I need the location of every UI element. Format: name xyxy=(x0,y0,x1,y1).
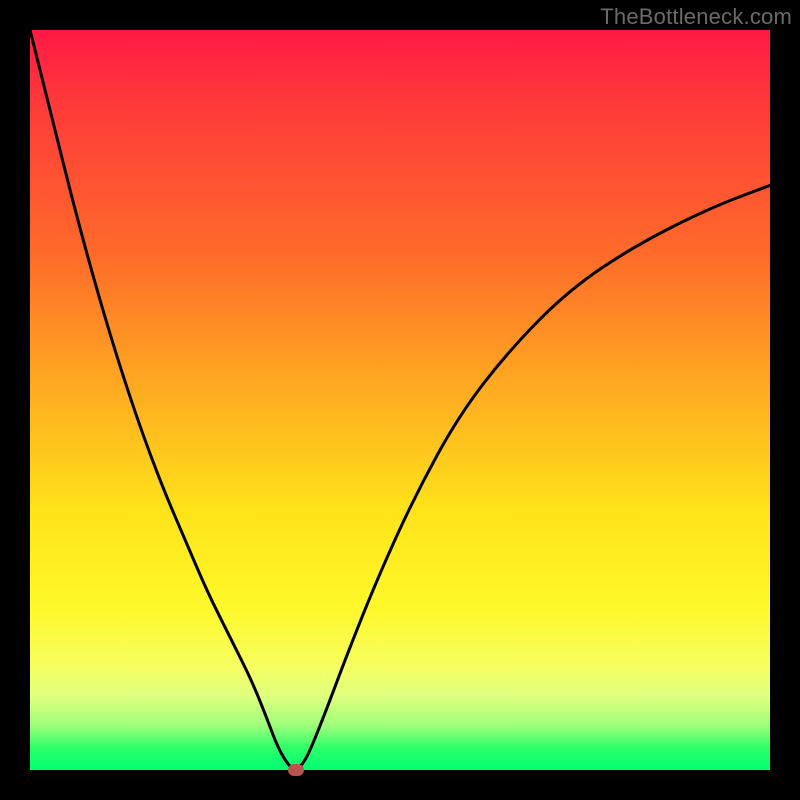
chart-frame: TheBottleneck.com xyxy=(0,0,800,800)
plot-area xyxy=(30,30,770,770)
curve-path xyxy=(30,30,770,769)
minimum-marker xyxy=(288,764,304,776)
watermark-text: TheBottleneck.com xyxy=(600,4,792,30)
bottleneck-curve xyxy=(30,30,770,770)
